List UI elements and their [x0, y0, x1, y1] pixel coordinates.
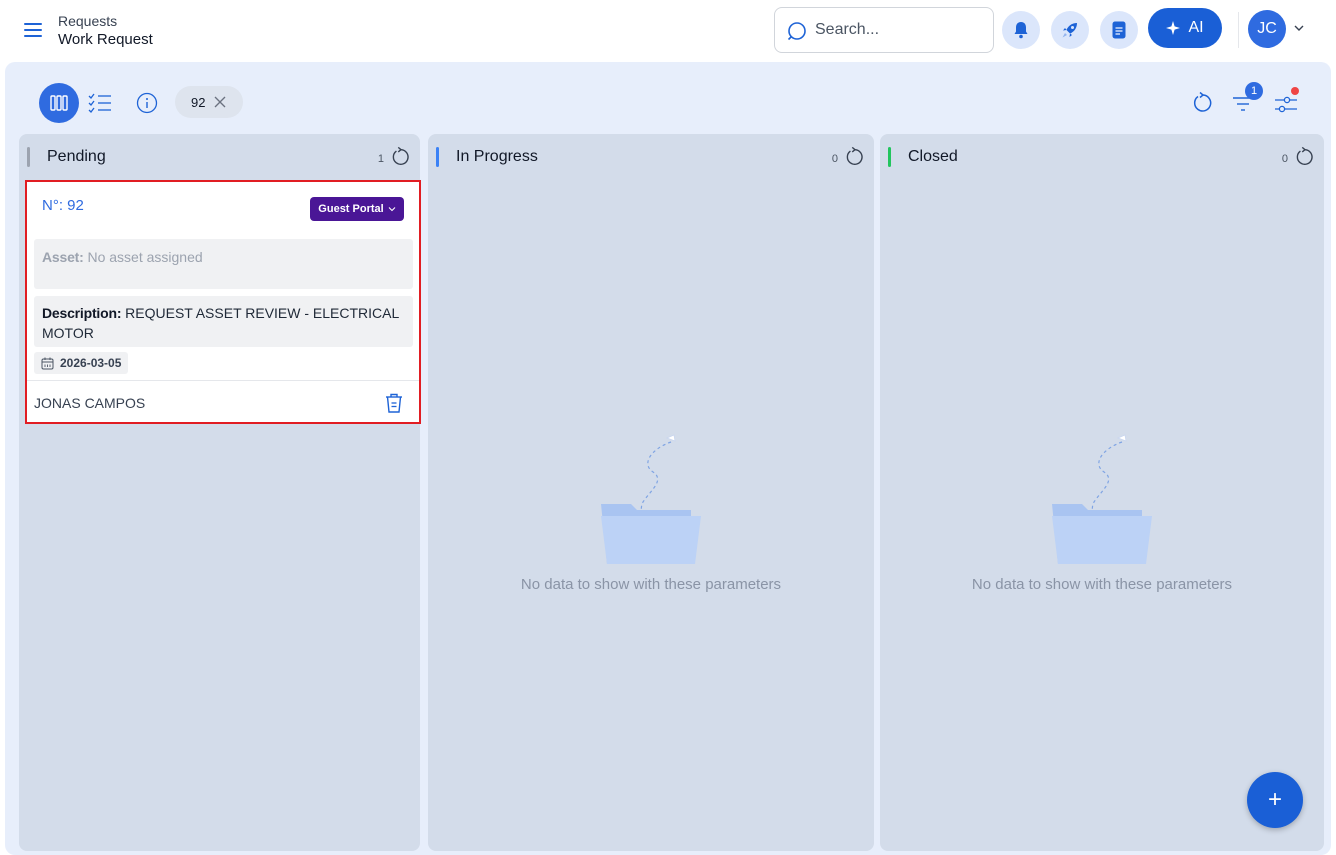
column-closed: Closed 0 No data to show with these para…	[880, 134, 1324, 851]
card-divider	[27, 380, 419, 381]
list-view-button[interactable]	[85, 88, 115, 118]
sparkle-icon	[1166, 21, 1181, 35]
add-request-button[interactable]: +	[1247, 772, 1303, 828]
empty-folder-icon	[1052, 434, 1152, 564]
header-divider	[1238, 12, 1239, 48]
close-icon[interactable]	[213, 95, 227, 109]
main-panel: 92 1 Pending 1 N°: 92 Guest Portal Asset…	[5, 62, 1331, 855]
filter-chip: 92	[175, 86, 243, 118]
source-tag-dropdown[interactable]: Guest Portal	[310, 197, 404, 221]
column-in-progress: In Progress 0 No data to show with these…	[428, 134, 874, 851]
refresh-icon[interactable]	[844, 146, 866, 168]
source-tag-label: Guest Portal	[318, 203, 384, 215]
top-header: Requests Work Request AI JC	[0, 0, 1336, 62]
description-field: Description: REQUEST ASSET REVIEW - ELEC…	[34, 296, 413, 347]
checklist-icon	[88, 93, 111, 113]
asset-label: Asset:	[42, 249, 84, 265]
empty-state: No data to show with these parameters	[428, 424, 874, 593]
column-count: 0	[831, 153, 838, 165]
columns-icon	[50, 95, 68, 111]
search-input[interactable]	[815, 18, 985, 42]
trash-icon[interactable]	[384, 392, 404, 414]
notifications-button[interactable]	[1002, 11, 1040, 49]
launch-button[interactable]	[1051, 11, 1089, 49]
ai-button[interactable]: AI	[1148, 8, 1222, 48]
column-title: Pending	[47, 148, 106, 165]
column-title: Closed	[908, 148, 958, 165]
empty-folder-icon	[601, 434, 701, 564]
status-bar	[27, 147, 30, 167]
board-toolbar: 92 1	[5, 62, 1331, 132]
info-icon	[136, 92, 158, 114]
refresh-icon[interactable]	[1294, 146, 1316, 168]
request-card[interactable]: N°: 92 Guest Portal Asset: No asset assi…	[25, 180, 421, 424]
column-count: 0	[1281, 153, 1288, 165]
column-count: 1	[377, 153, 384, 165]
refresh-icon[interactable]	[1191, 91, 1215, 115]
status-bar	[436, 147, 439, 167]
ai-label: AI	[1188, 19, 1204, 36]
request-number[interactable]: N°: 92	[42, 197, 84, 214]
column-header: In Progress 0	[428, 134, 874, 180]
documents-button[interactable]	[1100, 11, 1138, 49]
avatar[interactable]: JC	[1248, 10, 1286, 48]
menu-icon[interactable]	[24, 23, 42, 37]
settings-alert-dot	[1291, 87, 1299, 95]
request-date: 2026-03-05	[60, 356, 122, 370]
column-header: Closed 0	[880, 134, 1324, 180]
page-title: Work Request	[58, 31, 153, 48]
document-icon	[1112, 21, 1126, 39]
search-box[interactable]	[774, 7, 994, 53]
info-button[interactable]	[133, 89, 161, 117]
column-title: In Progress	[456, 148, 538, 165]
chevron-down-icon	[388, 207, 396, 212]
refresh-icon[interactable]	[390, 146, 412, 168]
date-chip: 2026-03-05	[34, 352, 129, 374]
search-icon	[787, 22, 806, 41]
calendar-icon	[41, 357, 54, 369]
status-bar	[888, 147, 891, 167]
asset-field: Asset: No asset assigned	[34, 239, 413, 289]
chevron-down-icon[interactable]	[1294, 24, 1304, 32]
rocket-icon	[1062, 23, 1077, 38]
filter-count-badge: 1	[1245, 82, 1263, 100]
assignee-name: JONAS CAMPOS	[34, 395, 146, 411]
empty-state-text: No data to show with these parameters	[971, 576, 1233, 593]
empty-state-text: No data to show with these parameters	[520, 576, 782, 593]
filter-chip-value: 92	[191, 94, 206, 110]
column-header: Pending 1	[19, 134, 420, 180]
asset-value: No asset assigned	[87, 249, 203, 265]
breadcrumb-parent[interactable]: Requests	[58, 13, 117, 29]
bell-icon	[1014, 22, 1028, 39]
kanban-view-button[interactable]	[39, 83, 79, 123]
description-label: Description:	[42, 305, 122, 321]
empty-state: No data to show with these parameters	[880, 424, 1324, 593]
column-pending: Pending 1 N°: 92 Guest Portal Asset: No …	[19, 134, 421, 851]
